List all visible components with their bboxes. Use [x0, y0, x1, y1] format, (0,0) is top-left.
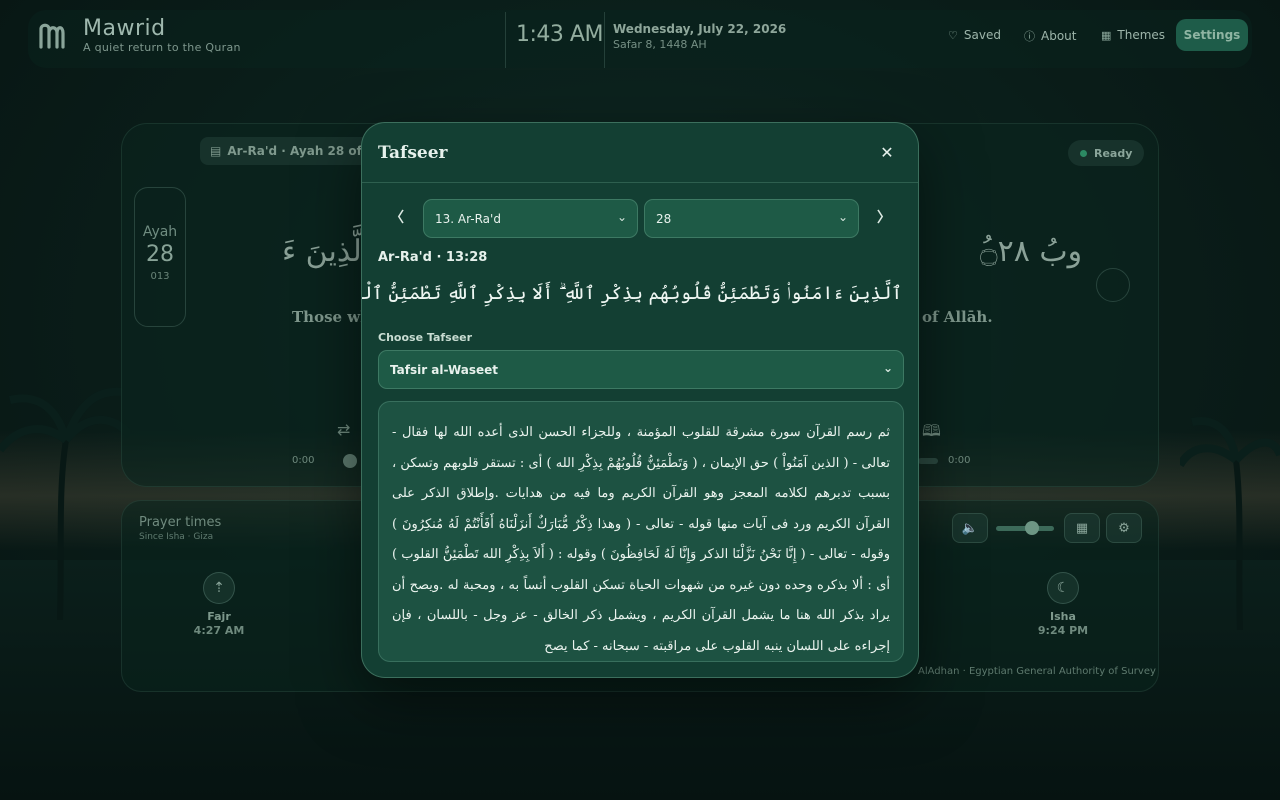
- tafseer-select-value: Tafsir al-Waseet: [390, 362, 499, 377]
- heart-icon: ♡: [948, 28, 958, 42]
- prayer-since: Since Isha · Giza: [139, 532, 214, 542]
- reader-translation-left: Those wh: [292, 308, 372, 326]
- speaker-icon: 🔈: [961, 520, 979, 536]
- nav-about[interactable]: ⓘ About: [1024, 28, 1076, 44]
- chevron-down-icon: ⌄: [837, 210, 848, 224]
- prayer-title: Prayer times: [139, 515, 222, 530]
- nav-about-label: About: [1041, 29, 1077, 43]
- gear-icon: ⚙: [1118, 520, 1130, 536]
- nav-saved-label: Saved: [963, 28, 1001, 42]
- tafseer-select[interactable]: Tafsir al-Waseet ⌄: [378, 350, 904, 389]
- prayer-isha[interactable]: ☾ Isha 9:24 PM: [1023, 572, 1103, 637]
- previous-ayah-button[interactable]: 〈: [383, 203, 411, 231]
- modal-header: Tafseer ✕: [362, 123, 918, 183]
- info-icon: ⓘ: [1024, 30, 1035, 43]
- reader-translation-right: of Allāh.: [922, 308, 993, 326]
- moon-icon: ☾: [1047, 572, 1079, 604]
- ayah-select[interactable]: 28 ⌄: [644, 199, 859, 238]
- settings-button[interactable]: Settings: [1176, 19, 1248, 51]
- seek-track[interactable]: [918, 458, 938, 464]
- close-button[interactable]: ✕: [876, 143, 898, 165]
- ayah-arabic-text: ٱلَّذِينَ ءَامَنُوا۟ وَتَطْمَئِنُّ قُلُو…: [361, 283, 902, 304]
- app-tagline: A quiet return to the Quran: [83, 41, 241, 54]
- surah-select-value: 13. Ar-Ra'd: [435, 211, 501, 226]
- tafseer-content[interactable]: ثم رسم القرآن سورة مشرقة للقلوب المؤمنة …: [378, 401, 904, 662]
- tafseer-text: ثم رسم القرآن سورة مشرقة للقلوب المؤمنة …: [392, 425, 890, 654]
- chevron-down-icon: ⌄: [882, 361, 893, 375]
- close-icon: ✕: [880, 145, 894, 162]
- ayah-select-value: 28: [656, 211, 672, 226]
- repeat-icon[interactable]: ⇄: [337, 420, 350, 439]
- calendar-icon: ▦: [1075, 520, 1089, 536]
- chevron-down-icon: ⌄: [616, 210, 627, 224]
- book-icon: ▤: [210, 144, 222, 158]
- ayah-badge: Ayah 28 013: [134, 187, 186, 327]
- prayer-settings-button[interactable]: ⚙: [1106, 513, 1142, 543]
- app-header: Mawrid A quiet return to the Quran 1:43 …: [28, 10, 1252, 68]
- clock-container: 1:43 AM: [505, 12, 605, 68]
- status-badge: Ready: [1068, 140, 1145, 166]
- next-ayah-round-button[interactable]: [1096, 268, 1130, 302]
- prayer-name: Isha: [1050, 610, 1076, 623]
- prayer-time: 9:24 PM: [1037, 624, 1089, 637]
- ayah-badge-label: Ayah: [142, 224, 178, 240]
- status-label: Ready: [1094, 146, 1133, 160]
- status-dot: [1080, 149, 1087, 157]
- volume-slider-handle[interactable]: [1025, 521, 1039, 535]
- app-name: Mawrid: [83, 16, 166, 41]
- next-ayah-button[interactable]: 〉: [870, 203, 898, 231]
- palm-tree-right: [1180, 417, 1280, 630]
- seek-handle[interactable]: [343, 454, 357, 468]
- choose-tafseer-label: Choose Tafseer: [378, 331, 473, 344]
- tafseer-modal: Tafseer ✕ 〈 13. Ar-Ra'd ⌄ 28 ⌄ 〉 Ar-Ra'd…: [361, 122, 919, 678]
- ayah-badge-surah: 013: [150, 271, 170, 282]
- hijri-date: Safar 8, 1448 AH: [613, 38, 707, 51]
- chevron-right-icon: 〉: [877, 209, 891, 225]
- time-total: 0:00: [948, 455, 971, 466]
- palette-icon: ▦: [1101, 28, 1112, 42]
- open-book-icon[interactable]: 🕮: [922, 420, 941, 447]
- palm-tree-left: [0, 387, 130, 620]
- nav-themes[interactable]: ▦ Themes: [1101, 28, 1165, 42]
- prayer-fajr[interactable]: ⇡ Fajr 4:27 AM: [179, 572, 259, 637]
- nav-themes-label: Themes: [1117, 28, 1166, 42]
- surah-select[interactable]: 13. Ar-Ra'd ⌄: [423, 199, 638, 238]
- sunrise-icon: ⇡: [203, 572, 235, 604]
- ayah-badge-number: 28: [146, 242, 174, 267]
- chevron-left-icon: 〈: [390, 209, 404, 225]
- prayer-source-credit: AlAdhan · Egyptian General Authority of …: [918, 666, 1156, 677]
- nav-saved[interactable]: ♡ Saved: [948, 28, 1001, 42]
- gregorian-date: Wednesday, July 22, 2026: [613, 22, 787, 36]
- time-elapsed: 0:00: [292, 455, 315, 466]
- calendar-button[interactable]: ▦: [1064, 513, 1100, 543]
- prayer-name: Fajr: [207, 610, 231, 623]
- surah-reference: Ar-Ra'd · Ayah 28 of 43: [227, 144, 383, 158]
- clock: 1:43 AM: [516, 22, 603, 47]
- prayer-time: 4:27 AM: [193, 624, 245, 637]
- modal-title: Tafseer: [378, 143, 448, 163]
- ayah-reference: Ar-Ra'd · 13:28: [378, 250, 488, 265]
- volume-button[interactable]: 🔈: [952, 513, 988, 543]
- mawrid-logo-icon: [39, 23, 65, 49]
- reader-arabic-right: ُوبُ ۝٢٨: [980, 234, 1083, 269]
